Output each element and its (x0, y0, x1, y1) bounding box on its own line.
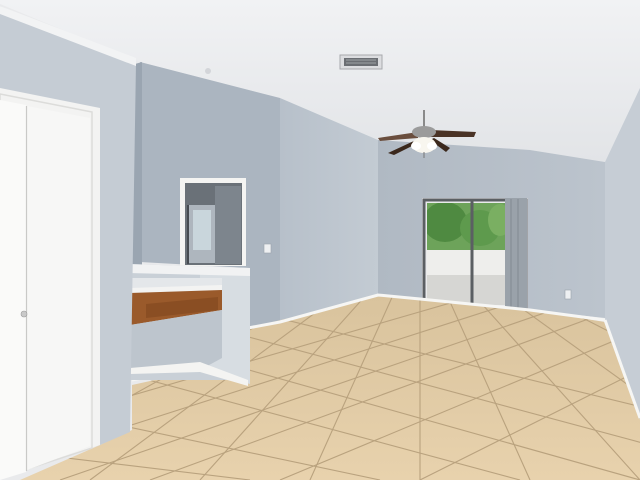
closet-double-door[interactable] (0, 88, 100, 480)
closet-door-left[interactable] (0, 100, 26, 480)
hvac-vent (339, 54, 383, 70)
interior-doorway[interactable] (180, 178, 246, 266)
closet-knob[interactable] (20, 310, 28, 318)
tree-foliage (427, 203, 467, 242)
light-switch[interactable] (263, 243, 272, 254)
vertical-blind (505, 198, 527, 311)
patio-fence (427, 250, 505, 275)
kitchenette-counter (128, 264, 250, 386)
room-scene (0, 0, 640, 480)
electrical-outlet (564, 289, 572, 300)
closet-door-right[interactable] (27, 106, 90, 470)
smoke-detector (205, 68, 211, 74)
sliding-glass-door[interactable] (422, 198, 528, 311)
